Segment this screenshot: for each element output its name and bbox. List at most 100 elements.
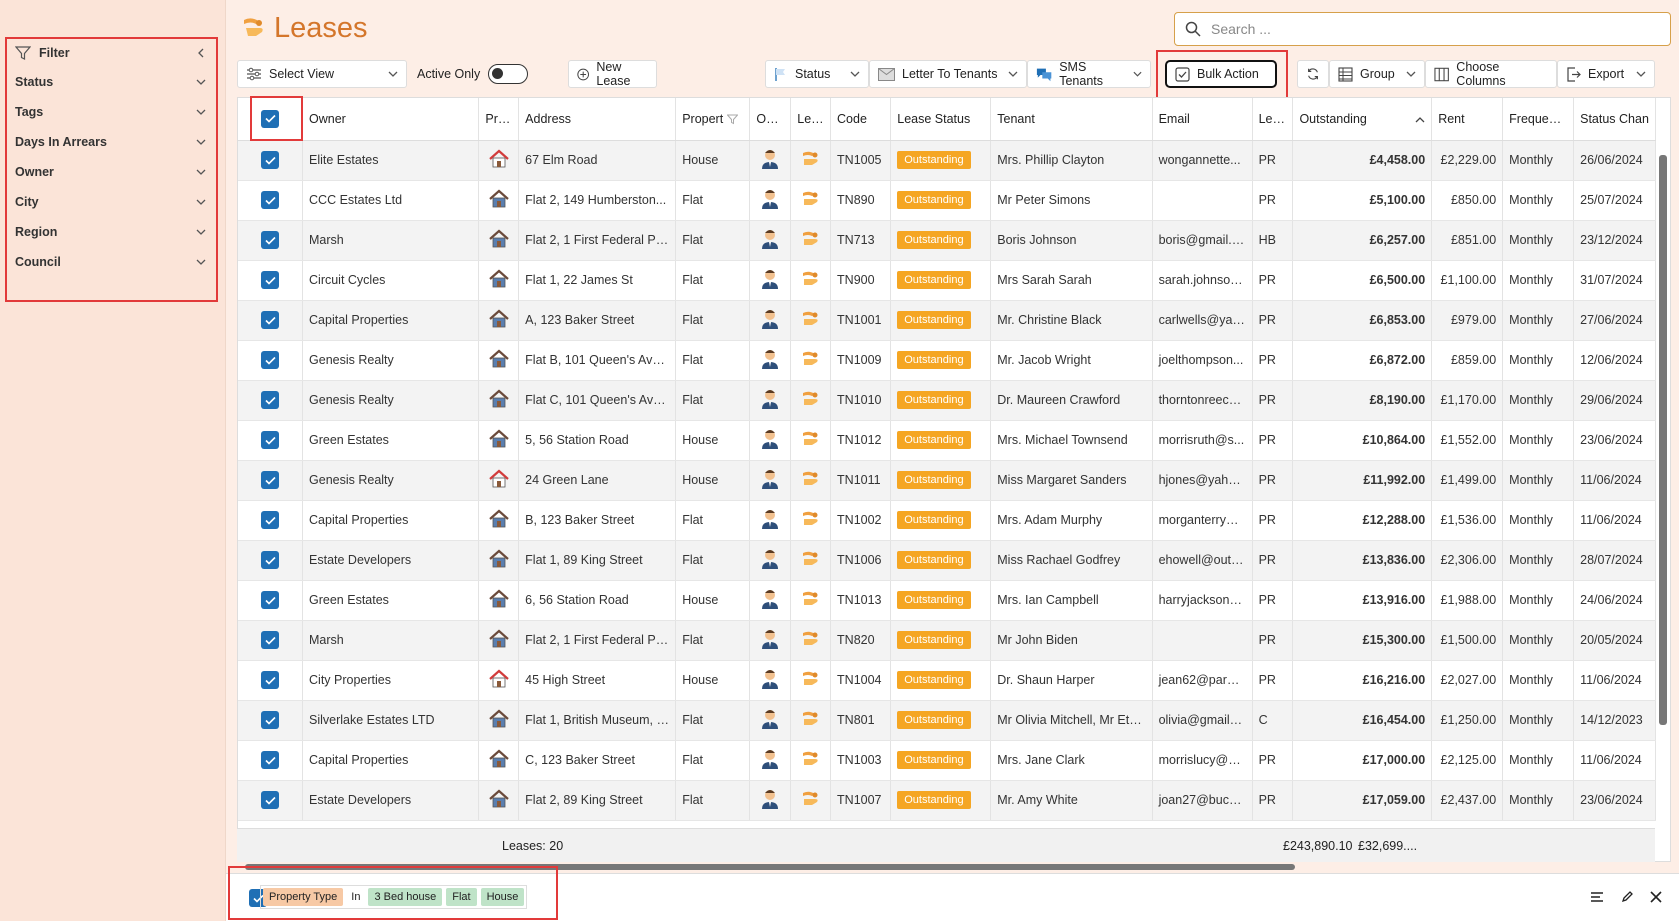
owner-cell[interactable]: Circuit Cycles xyxy=(302,260,480,301)
lease-icon-cell[interactable] xyxy=(790,580,832,621)
owner-cell[interactable]: Genesis Realty xyxy=(302,380,480,421)
edit-icon[interactable] xyxy=(1621,890,1634,903)
table-row[interactable]: Estate Developers Flat 2, 89 King Street… xyxy=(238,780,1656,821)
address-cell[interactable]: Flat 1, 22 James St xyxy=(518,260,677,301)
row-checkbox[interactable] xyxy=(261,631,279,649)
code-cell[interactable]: TN1001 xyxy=(830,300,892,341)
email-cell[interactable]: jean62@parso... xyxy=(1152,660,1253,701)
email-cell[interactable]: joelthompson... xyxy=(1152,340,1253,381)
table-row[interactable]: CCC Estates Ltd Flat 2, 149 Humberston..… xyxy=(238,180,1656,221)
property-icon-cell[interactable] xyxy=(478,220,520,261)
filter-item-region[interactable]: Region xyxy=(7,217,216,247)
col-lease-status[interactable]: Lease Status xyxy=(890,98,992,141)
property-icon-cell[interactable] xyxy=(478,340,520,381)
filter-list-icon[interactable] xyxy=(1590,891,1604,903)
filter-header[interactable]: Filter xyxy=(7,39,216,67)
email-cell[interactable]: harryjackson@... xyxy=(1152,580,1253,621)
col-code[interactable]: Code xyxy=(830,98,892,141)
property-icon-cell[interactable] xyxy=(478,540,520,581)
email-cell[interactable]: olivia@gmail.c... xyxy=(1152,700,1253,741)
code-cell[interactable]: TN1006 xyxy=(830,540,892,581)
code-cell[interactable]: TN1011 xyxy=(830,460,892,501)
code-cell[interactable]: TN1013 xyxy=(830,580,892,621)
col-property-icon[interactable]: Prope xyxy=(478,98,520,141)
lease-icon-cell[interactable] xyxy=(790,660,832,701)
code-cell[interactable]: TN1009 xyxy=(830,340,892,381)
lease-icon-cell[interactable] xyxy=(790,140,832,181)
address-cell[interactable]: 24 Green Lane xyxy=(518,460,677,501)
tenant-cell[interactable]: Miss Margaret Sanders xyxy=(990,460,1153,501)
owner-cell[interactable]: Estate Developers xyxy=(302,540,480,581)
code-cell[interactable]: TN1003 xyxy=(830,740,892,781)
table-row[interactable]: Estate Developers Flat 1, 89 King Street… xyxy=(238,540,1656,581)
col-tenant[interactable]: Tenant xyxy=(990,98,1153,141)
active-only-toggle[interactable] xyxy=(488,64,529,84)
row-checkbox[interactable] xyxy=(261,511,279,529)
col-email[interactable]: Email xyxy=(1152,98,1253,141)
tenant-cell[interactable]: Dr. Maureen Crawford xyxy=(990,380,1153,421)
address-cell[interactable]: 67 Elm Road xyxy=(518,140,677,181)
owner-avatar-cell[interactable] xyxy=(749,620,792,661)
tenant-cell[interactable]: Mr Olivia Mitchell, Mr Etha... xyxy=(990,700,1153,741)
email-cell[interactable]: morrislucy@ya... xyxy=(1152,740,1253,781)
email-cell[interactable]: wongannette... xyxy=(1152,140,1253,181)
row-checkbox[interactable] xyxy=(261,791,279,809)
lease-icon-cell[interactable] xyxy=(790,380,832,421)
owner-avatar-cell[interactable] xyxy=(749,300,792,341)
col-owner-avatar[interactable]: Owne xyxy=(749,98,792,141)
address-cell[interactable]: 45 High Street xyxy=(518,660,677,701)
owner-avatar-cell[interactable] xyxy=(749,420,792,461)
table-row[interactable]: Marsh Flat 2, 1 First Federal Plaza Flat… xyxy=(238,620,1656,661)
lease-icon-cell[interactable] xyxy=(790,260,832,301)
email-cell[interactable] xyxy=(1152,620,1253,661)
table-row[interactable]: Circuit Cycles Flat 1, 22 James St Flat … xyxy=(238,260,1656,301)
code-cell[interactable]: TN801 xyxy=(830,700,892,741)
code-cell[interactable]: TN1005 xyxy=(830,140,892,181)
choose-columns-button[interactable]: Choose Columns xyxy=(1425,60,1557,88)
owner-cell[interactable]: Estate Developers xyxy=(302,780,480,821)
address-cell[interactable]: C, 123 Baker Street xyxy=(518,740,677,781)
row-checkbox[interactable] xyxy=(261,591,279,609)
email-cell[interactable]: thorntonreece... xyxy=(1152,380,1253,421)
table-row[interactable]: Silverlake Estates LTD Flat 1, British M… xyxy=(238,700,1656,741)
address-cell[interactable]: Flat B, 101 Queen's Aven... xyxy=(518,340,677,381)
table-row[interactable]: Marsh Flat 2, 1 First Federal Plaza Flat… xyxy=(238,220,1656,261)
tenant-cell[interactable]: Mrs. Adam Murphy xyxy=(990,500,1153,541)
refresh-button[interactable] xyxy=(1297,60,1329,88)
col-frequency[interactable]: Frequency xyxy=(1502,98,1575,141)
export-dropdown[interactable]: Export xyxy=(1557,60,1655,88)
address-cell[interactable]: 6, 56 Station Road xyxy=(518,580,677,621)
owner-cell[interactable]: CCC Estates Ltd xyxy=(302,180,480,221)
address-cell[interactable]: Flat 2, 149 Humberston... xyxy=(518,180,677,221)
email-cell[interactable]: sarah.johnson... xyxy=(1152,260,1253,301)
tenant-cell[interactable]: Mr John Biden xyxy=(990,620,1153,661)
filter-item-status[interactable]: Status xyxy=(7,67,216,97)
address-cell[interactable]: A, 123 Baker Street xyxy=(518,300,677,341)
col-owner[interactable]: Owner xyxy=(302,98,480,141)
code-cell[interactable]: TN1007 xyxy=(830,780,892,821)
owner-cell[interactable]: Genesis Realty xyxy=(302,340,480,381)
search-box[interactable] xyxy=(1174,12,1671,46)
lease-icon-cell[interactable] xyxy=(790,220,832,261)
tenant-cell[interactable]: Mr. Jacob Wright xyxy=(990,340,1153,381)
table-row[interactable]: Capital Properties B, 123 Baker Street F… xyxy=(238,500,1656,541)
code-cell[interactable]: TN1002 xyxy=(830,500,892,541)
code-cell[interactable]: TN820 xyxy=(830,620,892,661)
letter-to-tenants-dropdown[interactable]: Letter To Tenants xyxy=(869,60,1027,88)
owner-avatar-cell[interactable] xyxy=(749,340,792,381)
lease-icon-cell[interactable] xyxy=(790,780,832,821)
property-icon-cell[interactable] xyxy=(478,140,520,181)
row-checkbox[interactable] xyxy=(261,711,279,729)
lease-icon-cell[interactable] xyxy=(790,460,832,501)
address-cell[interactable]: Flat 2, 1 First Federal Plaza xyxy=(518,620,677,661)
col-status-change[interactable]: Status Chan xyxy=(1573,98,1656,141)
select-view-dropdown[interactable]: Select View xyxy=(237,60,407,88)
tenant-cell[interactable]: Mrs Sarah Sarah xyxy=(990,260,1153,301)
lease-icon-cell[interactable] xyxy=(790,300,832,341)
tenant-cell[interactable]: Mrs. Phillip Clayton xyxy=(990,140,1153,181)
owner-avatar-cell[interactable] xyxy=(749,140,792,181)
lease-icon-cell[interactable] xyxy=(790,700,832,741)
status-dropdown[interactable]: Status xyxy=(765,60,869,88)
row-checkbox[interactable] xyxy=(261,231,279,249)
row-checkbox[interactable] xyxy=(261,151,279,169)
